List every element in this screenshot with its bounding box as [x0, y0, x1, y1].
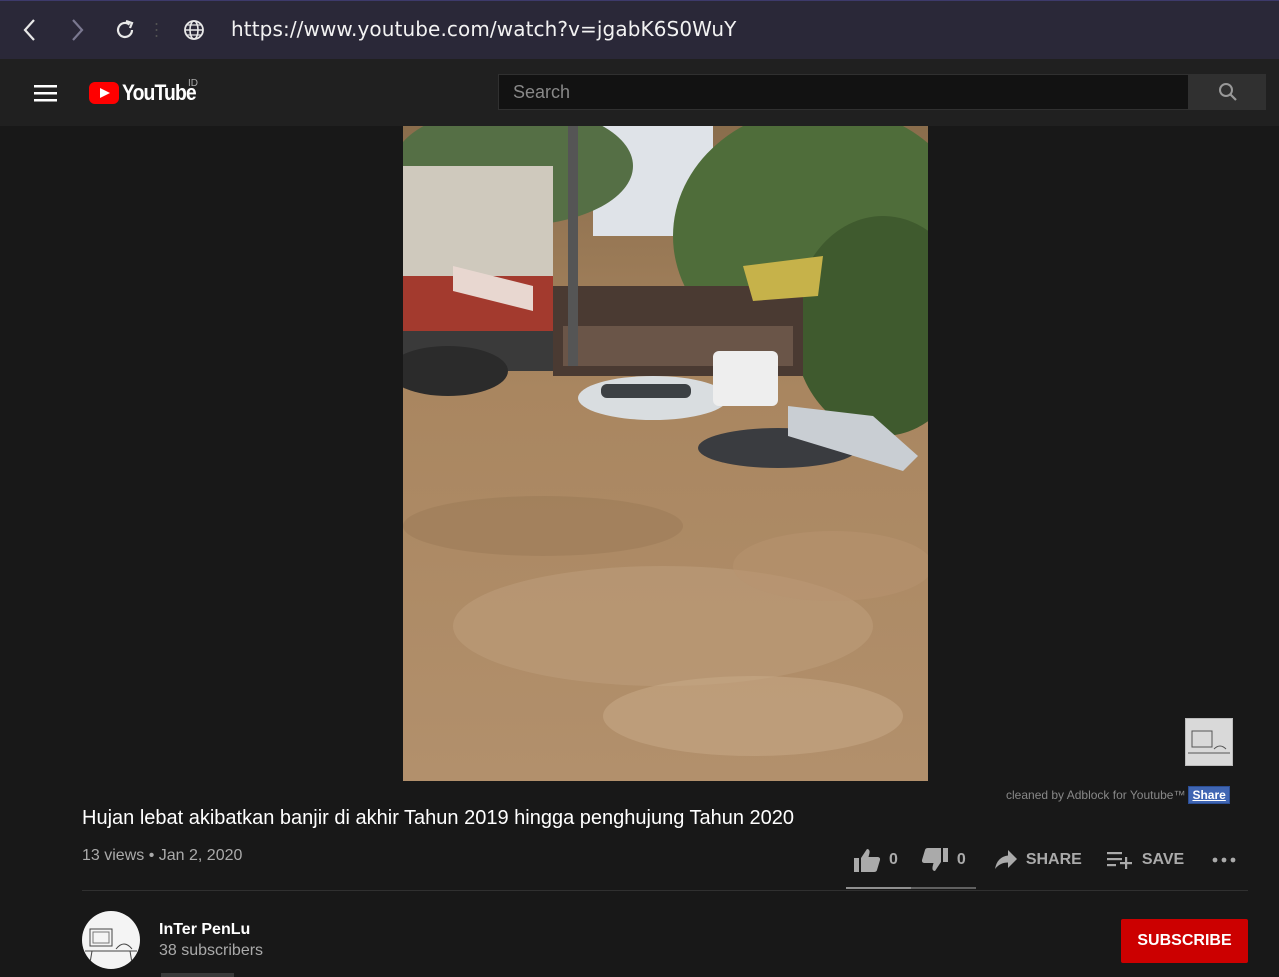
channel-avatar[interactable] — [82, 911, 140, 969]
desk-sketch-icon — [1188, 730, 1230, 754]
region-code: ID — [188, 78, 198, 89]
like-ratio-fill — [846, 887, 911, 889]
meta-separator: • — [148, 847, 155, 864]
playlist-add-icon — [1106, 852, 1132, 869]
video-player[interactable] — [403, 126, 928, 781]
browser-toolbar: https://www.youtube.com/watch?v=jgabK6S0… — [0, 0, 1279, 59]
subscribe-button[interactable]: SUBSCRIBE — [1121, 919, 1248, 963]
adblock-text: cleaned by Adblock for Youtube™ — [1006, 788, 1186, 802]
video-frame — [403, 126, 928, 781]
youtube-header: YouTube ID Search — [0, 59, 1279, 126]
subscriber-count: 38 subscribers — [159, 942, 264, 959]
like-count: 0 — [889, 851, 898, 868]
adblock-share-link[interactable]: Share — [1188, 786, 1230, 804]
hamburger-menu-icon[interactable] — [34, 84, 58, 102]
share-label: SHARE — [1025, 851, 1082, 868]
back-button[interactable] — [16, 15, 44, 45]
view-count: 13 views — [82, 847, 145, 864]
chevron-left-icon — [23, 19, 35, 41]
more-actions-button[interactable] — [1212, 857, 1236, 863]
search-icon — [1218, 83, 1237, 101]
site-info-button[interactable] — [180, 15, 208, 45]
logo-wordmark: YouTube — [122, 80, 197, 105]
separator-dots-icon — [155, 23, 158, 37]
video-meta: 13 views • Jan 2, 2020 — [82, 847, 242, 865]
save-label: SAVE — [1141, 851, 1185, 868]
content-edge — [161, 973, 234, 977]
chevron-right-icon — [72, 19, 84, 41]
video-title: Hujan lebat akibatkan banjir di akhir Ta… — [82, 807, 795, 829]
reload-button[interactable] — [111, 15, 139, 45]
search-button[interactable] — [1189, 74, 1266, 110]
reload-icon — [116, 19, 134, 39]
annotation-thumbnail[interactable] — [1185, 718, 1233, 766]
dislike-count: 0 — [956, 851, 966, 868]
globe-icon — [184, 20, 204, 40]
like-ratio-bar — [846, 887, 976, 889]
adblock-credit: cleaned by Adblock for Youtube™ Share — [1006, 786, 1230, 804]
play-logo-icon — [89, 82, 119, 104]
address-bar[interactable]: https://www.youtube.com/watch?v=jgabK6S0… — [231, 17, 736, 41]
save-button[interactable]: SAVE — [1106, 850, 1185, 870]
channel-name[interactable]: InTer PenLu — [159, 921, 250, 939]
youtube-logo[interactable]: YouTube ID — [89, 78, 206, 105]
avatar-sketch-icon — [85, 928, 137, 964]
like-button[interactable]: 0 — [853, 847, 898, 873]
thumbs-up-icon — [854, 849, 881, 872]
video-actions: 0 0 SHARE SAVE — [846, 843, 1236, 877]
upload-date: Jan 2, 2020 — [158, 847, 243, 864]
forward-button[interactable] — [63, 15, 91, 45]
info-divider — [82, 890, 1248, 891]
more-horizontal-icon — [1212, 857, 1236, 863]
thumbs-down-icon — [921, 848, 948, 871]
share-arrow-icon — [994, 850, 1017, 869]
search-input[interactable]: Search — [498, 74, 1189, 110]
share-button[interactable]: SHARE — [994, 849, 1082, 871]
dislike-button[interactable]: 0 — [921, 847, 966, 873]
